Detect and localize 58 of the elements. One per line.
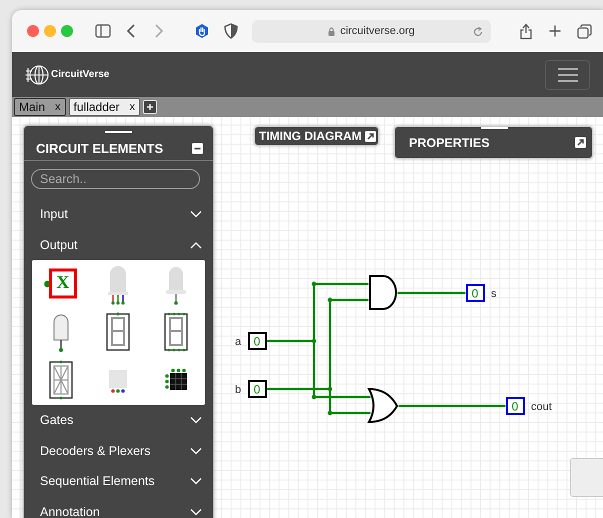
new-circuit-button[interactable]: + (143, 100, 158, 114)
category-item[interactable]: Input (24, 199, 213, 230)
wire[interactable] (267, 386, 332, 392)
sidebar-icon[interactable] (95, 24, 111, 38)
drag-handle[interactable] (105, 131, 132, 133)
tab-close-button[interactable]: x (55, 101, 61, 113)
wire[interactable] (328, 298, 368, 302)
category-item[interactable]: Annotation (24, 496, 213, 518)
wire[interactable] (312, 394, 370, 400)
panel-title: PROPERTIES (409, 136, 490, 150)
hex-display-icon[interactable] (162, 312, 190, 352)
tab-close-button[interactable]: x (130, 101, 136, 113)
reload-icon[interactable] (473, 26, 483, 36)
input-label: a (235, 336, 242, 348)
expand-icon[interactable] (575, 137, 586, 148)
category-item[interactable]: Gates (24, 405, 213, 436)
tab-label: fulladder (74, 100, 120, 114)
led-matrix-icon[interactable] (164, 368, 189, 392)
minimize-icon[interactable] (192, 142, 203, 154)
panel-title: CIRCUIT ELEMENTS (36, 140, 164, 156)
category-item[interactable]: Decoders & Plexers (24, 436, 213, 466)
share-icon[interactable] (519, 22, 533, 40)
back-icon[interactable] (126, 23, 136, 39)
output-label: cout (531, 401, 552, 413)
expand-icon[interactable] (364, 130, 376, 142)
menu-icon (558, 68, 578, 82)
input-toggle[interactable]: 0 (248, 332, 267, 350)
wire[interactable] (328, 410, 370, 416)
output-probe[interactable]: 0 (506, 397, 525, 415)
shield-icon[interactable] (224, 23, 238, 39)
lock-icon (328, 26, 336, 36)
and-gate[interactable] (369, 275, 397, 310)
brand-name[interactable]: CircuitVerse (51, 69, 110, 80)
tab-label: Main (19, 100, 46, 114)
category-item[interactable]: Output (24, 230, 213, 260)
address-bar[interactable]: circuitverse.org (252, 20, 491, 42)
input-label: b (235, 384, 242, 396)
tab-overview-icon[interactable] (577, 24, 592, 38)
timing-diagram-panel[interactable]: TIMING DIAGRAM (254, 126, 379, 146)
search-field[interactable]: Search.. (31, 169, 200, 189)
or-gate[interactable] (368, 388, 398, 423)
hand-shield-icon[interactable] (194, 23, 210, 39)
logo-icon[interactable] (25, 62, 49, 86)
menu-button[interactable] (545, 60, 590, 90)
input-toggle[interactable]: 0 (248, 380, 267, 398)
circuit-tab[interactable]: fulladder x (68, 98, 140, 116)
wire[interactable] (312, 282, 368, 286)
output-label: s (491, 288, 496, 300)
output-probe[interactable]: 0 (466, 284, 485, 302)
drag-handle[interactable] (481, 127, 508, 129)
category-item[interactable]: Sequential Elements (24, 466, 213, 496)
panel-title: TIMING DIAGRAM (259, 129, 362, 143)
wire[interactable] (267, 338, 316, 344)
new-tab-icon[interactable] (549, 25, 561, 37)
sixteen-segment-icon[interactable] (46, 360, 75, 400)
seven-segment-icon[interactable] (104, 312, 132, 352)
circuit-tab[interactable]: Main x (14, 98, 66, 116)
close-button[interactable] (27, 25, 39, 37)
